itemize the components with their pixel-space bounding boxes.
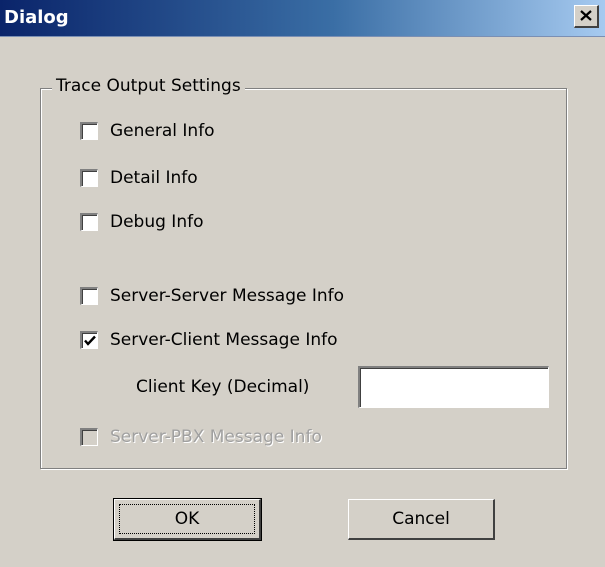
checkbox-box xyxy=(80,428,98,446)
checkbox-label: Server-PBX Message Info xyxy=(110,427,322,447)
window-title: Dialog xyxy=(4,7,69,28)
client-key-label: Client Key (Decimal) xyxy=(136,377,310,397)
client-key-input[interactable] xyxy=(358,366,549,408)
checkbox-label: Debug Info xyxy=(110,212,204,232)
title-bar[interactable]: Dialog xyxy=(0,0,605,37)
checkbox-server-client-message-info[interactable]: Server-Client Message Info xyxy=(80,328,338,352)
check-icon xyxy=(84,335,96,346)
checkbox-box[interactable] xyxy=(80,169,98,187)
checkbox-detail-info[interactable]: Detail Info xyxy=(80,166,198,190)
cancel-button-label: Cancel xyxy=(392,509,450,529)
close-icon xyxy=(580,7,592,25)
checkbox-box[interactable] xyxy=(80,122,98,140)
checkbox-box[interactable] xyxy=(80,287,98,305)
close-button[interactable] xyxy=(574,5,599,28)
checkbox-label: General Info xyxy=(110,121,215,141)
checkbox-label: Server-Client Message Info xyxy=(110,330,338,350)
trace-output-group xyxy=(40,88,567,469)
checkbox-box[interactable] xyxy=(80,213,98,231)
group-legend: Trace Output Settings xyxy=(52,76,245,96)
checkbox-general-info[interactable]: General Info xyxy=(80,119,215,143)
checkbox-box[interactable] xyxy=(80,331,98,349)
checkbox-label: Server-Server Message Info xyxy=(110,286,345,306)
checkbox-debug-info[interactable]: Debug Info xyxy=(80,210,203,234)
checkbox-server-pbx-message-info: Server-PBX Message Info xyxy=(80,425,322,449)
checkbox-label: Detail Info xyxy=(110,168,198,188)
checkbox-server-server-message-info[interactable]: Server-Server Message Info xyxy=(80,284,344,308)
focus-rect xyxy=(119,504,255,534)
ok-button[interactable]: OK xyxy=(113,498,262,541)
cancel-button[interactable]: Cancel xyxy=(348,499,495,540)
